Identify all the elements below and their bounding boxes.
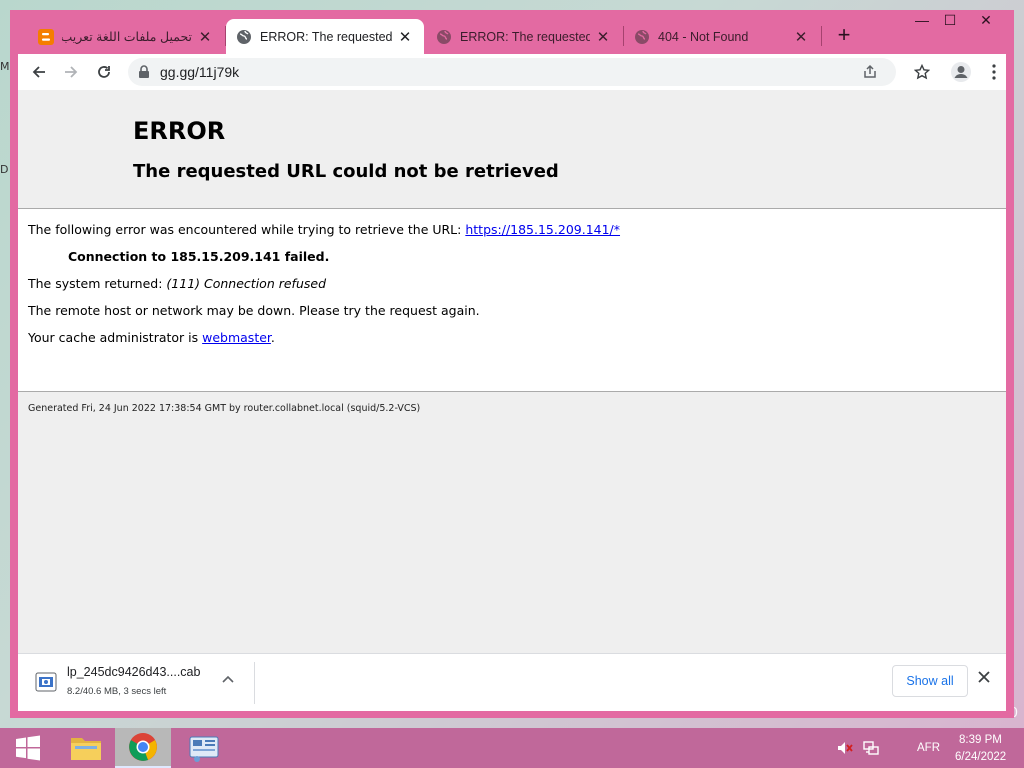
- blogger-icon: [38, 28, 54, 45]
- tab-strip: تحميل ملفات اللغة تعريب ✕ ERROR: The req…: [10, 10, 1014, 54]
- url-text[interactable]: gg.gg/11j79k: [160, 64, 239, 80]
- tab-title: ERROR: The requested URL: [260, 29, 392, 44]
- cache-admin-label: Your cache administrator is: [28, 330, 203, 345]
- input-language[interactable]: AFR: [917, 742, 940, 754]
- menu-button[interactable]: [981, 60, 1007, 84]
- error-header: ERROR The requested URL could not be ret…: [18, 90, 1006, 209]
- error-subtitle: The requested URL could not be retrieved: [133, 161, 559, 182]
- minimize-button[interactable]: —: [907, 12, 937, 32]
- error-footer: Generated Fri, 24 Jun 2022 17:38:54 GMT …: [28, 403, 421, 414]
- tab-title: 404 - Not Found: [658, 29, 749, 44]
- back-arrow-icon: [32, 66, 45, 78]
- cache-admin-line: Your cache administrator is webmaster.: [28, 330, 275, 345]
- error-url-link[interactable]: https://185.15.209.141/*: [465, 222, 620, 237]
- error-title: ERROR: [133, 117, 226, 145]
- desktop-edge-char-d: D: [0, 163, 9, 176]
- tab-separator: [821, 26, 822, 46]
- remote-host-note: The remote host or network may be down. …: [28, 303, 480, 318]
- forward-arrow-icon: [65, 66, 78, 78]
- file-explorer-taskbar[interactable]: [58, 728, 114, 768]
- tab-close-icon[interactable]: ✕: [792, 28, 810, 46]
- tab-title: تحميل ملفات اللغة تعريب: [62, 30, 192, 44]
- browser-window: تحميل ملفات اللغة تعريب ✕ ERROR: The req…: [10, 10, 1014, 718]
- share-icon[interactable]: [862, 64, 878, 80]
- tab-title: ERROR: The requested URL: [460, 29, 590, 44]
- chrome-taskbar[interactable]: [115, 728, 171, 768]
- profile-button[interactable]: [948, 60, 974, 84]
- tab-error-2[interactable]: ERROR: The requested URL ✕: [426, 19, 622, 54]
- maximize-button[interactable]: ☐: [935, 12, 965, 32]
- error-url-text: The following error was encountered whil…: [28, 222, 466, 237]
- page-content: ERROR The requested URL could not be ret…: [18, 90, 1006, 653]
- globe-icon: [436, 29, 452, 45]
- close-window-button[interactable]: ✕: [971, 12, 1001, 32]
- download-item[interactable]: lp_245dc9426d43....cab 8.2/40.6 MB, 3 se…: [26, 662, 255, 704]
- control-panel-icon: [189, 736, 219, 762]
- windows-logo-icon: [16, 735, 40, 761]
- browser-toolbar: gg.gg/11j79k: [18, 54, 1006, 90]
- system-returned-label: The system returned:: [28, 276, 167, 291]
- cache-admin-period: .: [270, 330, 275, 345]
- back-button[interactable]: [26, 60, 52, 84]
- chrome-icon: [129, 733, 157, 761]
- new-tab-button[interactable]: +: [833, 24, 855, 47]
- address-bar[interactable]: gg.gg/11j79k: [128, 58, 896, 86]
- bookmark-button[interactable]: [909, 60, 935, 84]
- forward-button[interactable]: [58, 60, 84, 84]
- star-icon: [914, 64, 930, 80]
- tab-close-icon[interactable]: ✕: [594, 28, 612, 46]
- download-shelf: lp_245dc9426d43....cab 8.2/40.6 MB, 3 se…: [18, 653, 1006, 711]
- globe-icon: [634, 29, 650, 45]
- kebab-menu-icon: [992, 64, 996, 80]
- clock-date[interactable]: 6/24/2022: [955, 751, 1006, 763]
- folder-icon: [71, 738, 101, 760]
- desktop-edge-char-m: M: [0, 60, 10, 73]
- lock-icon: [139, 65, 149, 78]
- download-status: 8.2/40.6 MB, 3 secs left: [67, 686, 167, 697]
- connection-failed: Connection to 185.15.209.141 failed.: [68, 249, 330, 264]
- system-returned-line: The system returned: (111) Connection re…: [28, 276, 326, 291]
- reload-icon: [98, 66, 110, 78]
- error-body: The following error was encountered whil…: [18, 209, 1006, 392]
- show-all-button[interactable]: Show all: [892, 665, 968, 697]
- cab-file-icon: [35, 672, 57, 692]
- tab-close-icon[interactable]: ✕: [396, 28, 414, 46]
- control-panel-taskbar[interactable]: [176, 728, 232, 768]
- tab-close-icon[interactable]: ✕: [196, 28, 214, 46]
- globe-icon: [236, 29, 252, 45]
- tab-error-active[interactable]: ERROR: The requested URL ✕: [226, 19, 424, 54]
- taskbar: AFR 8:39 PM 6/24/2022: [0, 728, 1024, 768]
- reload-button[interactable]: [91, 60, 117, 84]
- tab-404[interactable]: 404 - Not Found ✕: [624, 19, 820, 54]
- avatar-icon: [951, 62, 971, 82]
- start-button[interactable]: [0, 728, 56, 768]
- tab-arabic-blog[interactable]: تحميل ملفات اللغة تعريب ✕: [28, 19, 224, 54]
- download-filename: lp_245dc9426d43....cab: [67, 665, 201, 679]
- error-url-line: The following error was encountered whil…: [28, 222, 620, 237]
- network-icon[interactable]: [863, 740, 879, 756]
- chevron-up-icon[interactable]: [222, 675, 234, 683]
- webmaster-link[interactable]: webmaster: [202, 330, 271, 345]
- clock-time[interactable]: 8:39 PM: [959, 734, 1002, 746]
- volume-muted-icon[interactable]: [837, 740, 853, 756]
- close-download-shelf-icon[interactable]: [978, 671, 990, 683]
- system-error: (111) Connection refused: [166, 276, 326, 291]
